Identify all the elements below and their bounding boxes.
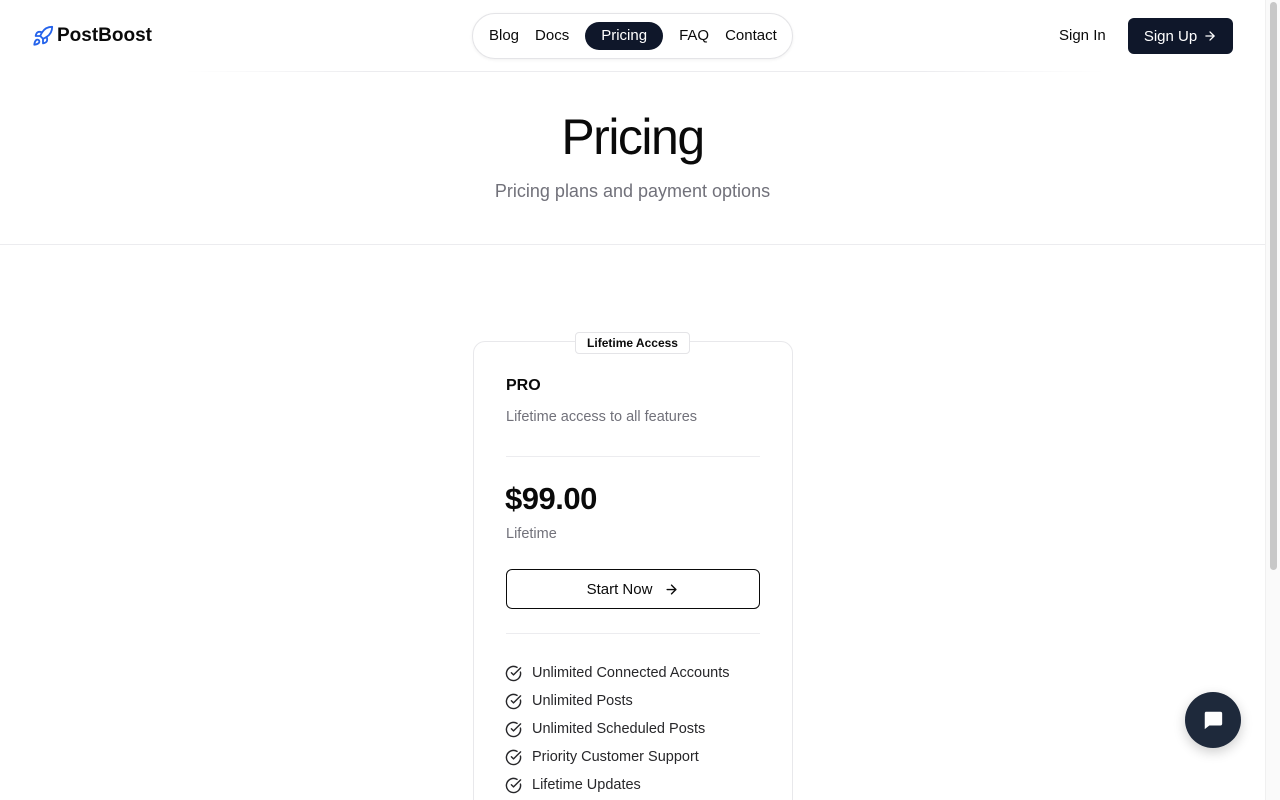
check-circle-icon xyxy=(505,749,522,766)
arrow-right-icon xyxy=(1203,29,1217,43)
card-divider xyxy=(506,456,760,457)
scrollbar-thumb[interactable] xyxy=(1270,2,1277,570)
rocket-icon xyxy=(32,25,54,47)
plan-badge: Lifetime Access xyxy=(575,332,690,354)
chat-button[interactable] xyxy=(1185,692,1241,748)
feature-label: Lifetime Updates xyxy=(532,777,641,793)
feature-label: Unlimited Connected Accounts xyxy=(532,665,730,681)
check-circle-icon xyxy=(505,721,522,738)
sign-in-link[interactable]: Sign In xyxy=(1059,27,1106,45)
nav-item-faq[interactable]: FAQ xyxy=(671,22,717,50)
list-item: Unlimited Scheduled Posts xyxy=(505,715,729,743)
start-now-button[interactable]: Start Now xyxy=(506,569,760,609)
feature-list: Unlimited Connected Accounts Unlimited P… xyxy=(505,659,729,799)
nav-item-contact[interactable]: Contact xyxy=(717,22,785,50)
plan-price: $99.00 xyxy=(505,481,597,516)
header-divider xyxy=(185,71,1105,72)
nav-item-blog[interactable]: Blog xyxy=(481,22,527,50)
page-scrollbar[interactable] xyxy=(1265,0,1280,800)
plan-period: Lifetime xyxy=(506,526,557,542)
feature-label: Priority Customer Support xyxy=(532,749,699,765)
nav-item-docs[interactable]: Docs xyxy=(527,22,577,50)
arrow-right-icon xyxy=(664,582,679,597)
sign-up-button[interactable]: Sign Up xyxy=(1128,18,1233,54)
list-item: Priority Customer Support xyxy=(505,743,729,771)
hero-divider xyxy=(0,244,1265,245)
feature-label: Unlimited Posts xyxy=(532,693,633,709)
start-now-label: Start Now xyxy=(586,580,653,598)
list-item: Unlimited Connected Accounts xyxy=(505,659,729,687)
main-nav: Blog Docs Pricing FAQ Contact xyxy=(472,13,793,59)
list-item: Unlimited Posts xyxy=(505,687,729,715)
check-circle-icon xyxy=(505,693,522,710)
feature-label: Unlimited Scheduled Posts xyxy=(532,721,706,737)
brand-name: PostBoost xyxy=(57,25,152,46)
check-circle-icon xyxy=(505,665,522,682)
plan-name: PRO xyxy=(506,377,541,394)
sign-up-label: Sign Up xyxy=(1143,27,1198,45)
check-circle-icon xyxy=(505,777,522,794)
site-header: PostBoost Blog Docs Pricing FAQ Contact … xyxy=(0,0,1265,72)
brand-logo[interactable]: PostBoost xyxy=(32,24,152,48)
chat-bubble-icon xyxy=(1202,709,1224,731)
card-divider xyxy=(506,633,760,634)
page-title: Pricing xyxy=(561,109,705,165)
nav-item-pricing[interactable]: Pricing xyxy=(585,22,664,50)
plan-description: Lifetime access to all features xyxy=(506,409,698,425)
list-item: Lifetime Updates xyxy=(505,771,729,799)
page-subtitle: Pricing plans and payment options xyxy=(494,181,771,201)
